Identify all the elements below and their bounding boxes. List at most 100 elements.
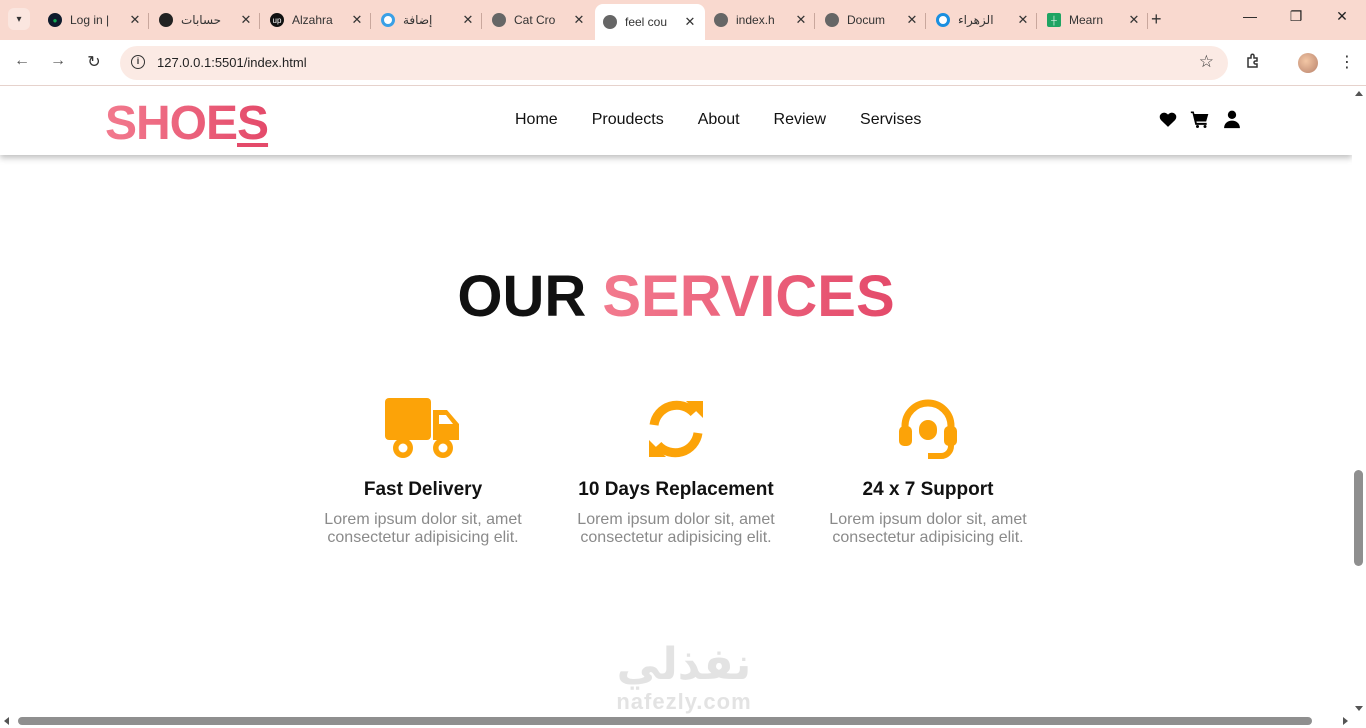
headset-icon (818, 397, 1038, 461)
close-icon[interactable]: ✕ (572, 12, 586, 28)
restore-icon[interactable]: ❐ (1273, 8, 1319, 25)
tab-label: index.h (736, 13, 775, 27)
horizontal-scroll-thumb[interactable] (18, 717, 1312, 725)
reload-icon[interactable]: ↻ (82, 52, 106, 72)
scroll-up-arrow-icon[interactable] (1355, 91, 1363, 96)
main-nav: Home Proudects About Review Servises (515, 111, 921, 129)
close-icon[interactable]: ✕ (350, 12, 364, 28)
user-icon[interactable] (1222, 109, 1242, 129)
scroll-down-arrow-icon[interactable] (1355, 706, 1363, 711)
service-card-fast-delivery: Fast Delivery Lorem ipsum dolor sit, ame… (313, 397, 533, 547)
window-close-icon[interactable]: ✕ (1319, 8, 1365, 25)
browser-tab-2[interactable]: حسابات ✕ (151, 6, 261, 34)
globe-icon (603, 15, 617, 29)
browser-toolbar: ← → ↻ i 127.0.0.1:5501/index.html ☆ ⋮ (0, 40, 1366, 86)
services-title: OUR SERVICES (0, 263, 1352, 330)
nav-review[interactable]: Review (774, 111, 826, 129)
minimize-icon[interactable]: — (1227, 8, 1273, 24)
tab-separator (1036, 13, 1037, 29)
address-bar[interactable]: i 127.0.0.1:5501/index.html ☆ (120, 46, 1228, 80)
tab-label: feel cou (625, 15, 668, 29)
tab-separator (814, 13, 815, 29)
close-icon[interactable]: ✕ (1127, 12, 1141, 28)
services-title-part2: SERVICES (602, 264, 895, 329)
tab-search-button[interactable]: ▾ (8, 8, 30, 30)
close-icon[interactable]: ✕ (461, 12, 475, 28)
tab-label: Mearn (1069, 13, 1104, 27)
browser-tab-4[interactable]: إضافة ✕ (373, 6, 483, 34)
close-icon[interactable]: ✕ (905, 12, 919, 28)
url-text[interactable]: 127.0.0.1:5501/index.html (157, 55, 307, 70)
tab-separator (481, 13, 482, 29)
horizontal-scrollbar[interactable] (0, 715, 1352, 728)
tab-label: الزهراء (958, 13, 994, 27)
service-title: Fast Delivery (363, 479, 483, 500)
close-icon[interactable]: ✕ (794, 12, 808, 28)
service-title: 10 Days Replacement (578, 479, 774, 500)
close-icon[interactable]: ✕ (1016, 12, 1030, 28)
close-icon[interactable]: ✕ (128, 12, 142, 28)
browser-tab-strip: ▾ ● Log in | ✕ حسابات ✕ up Alzahra ✕ إضا… (0, 0, 1366, 40)
tab-label: Log in | (70, 13, 110, 27)
close-icon[interactable]: ✕ (239, 12, 253, 28)
vertical-scrollbar[interactable] (1352, 87, 1366, 715)
profile-avatar[interactable] (1298, 53, 1318, 73)
browser-tab-6-active[interactable]: feel cou ✕ (595, 4, 705, 40)
scroll-left-arrow-icon[interactable] (4, 717, 9, 725)
close-icon[interactable]: ✕ (683, 14, 697, 30)
tab-label: Cat Cro (514, 13, 556, 27)
kebab-menu-icon[interactable]: ⋮ (1339, 52, 1355, 72)
tab-separator (148, 13, 149, 29)
tab-label: إضافة (403, 13, 433, 27)
browser-tab-8[interactable]: Docum ✕ (817, 6, 927, 34)
browser-tab-5[interactable]: Cat Cro ✕ (484, 6, 594, 34)
logo-text-last: S (237, 97, 269, 150)
tab-separator (925, 13, 926, 29)
service-title: 24 x 7 Support (862, 479, 994, 500)
tab-label: Alzahra (292, 13, 333, 27)
page-viewport: SHOES Home Proudects About Review Servis… (0, 87, 1352, 715)
site-info-icon[interactable]: i (131, 55, 145, 69)
sync-icon (566, 397, 786, 461)
new-tab-plus-icon[interactable]: + (1151, 9, 1162, 30)
forward-arrow-icon[interactable]: → (46, 52, 70, 70)
cart-icon[interactable] (1190, 109, 1210, 129)
tab-separator (1147, 13, 1148, 29)
browser-tab-1[interactable]: ● Log in | ✕ (40, 6, 150, 34)
bookmark-star-icon[interactable]: ☆ (1199, 52, 1214, 72)
ring-icon (381, 13, 395, 27)
tab-label: Docum (847, 13, 886, 27)
sheets-icon: ┼ (1047, 13, 1061, 27)
swirl-icon (936, 13, 950, 27)
upwork-icon: up (270, 13, 284, 27)
tab-separator (259, 13, 260, 29)
globe-icon (825, 13, 839, 27)
vertical-scroll-thumb[interactable] (1354, 470, 1363, 566)
nav-home[interactable]: Home (515, 111, 558, 129)
scroll-right-arrow-icon[interactable] (1343, 717, 1348, 725)
site-header: SHOES Home Proudects About Review Servis… (0, 87, 1352, 155)
browser-tab-10[interactable]: ┼ Mearn ✕ (1039, 6, 1149, 34)
service-card-support: 24 x 7 Support Lorem ipsum dolor sit, am… (818, 397, 1038, 547)
circle-logo-icon (159, 13, 173, 27)
logo-text-main: SHOE (105, 97, 238, 150)
nav-products[interactable]: Proudects (592, 111, 664, 129)
extensions-puzzle-icon[interactable] (1245, 52, 1263, 75)
services-title-part1: OUR (457, 264, 587, 329)
watermark-arabic: نفذلي (616, 639, 752, 690)
service-text: Lorem ipsum dolor sit, amet consectetur … (577, 511, 775, 546)
service-text: Lorem ipsum dolor sit, amet consectetur … (324, 511, 522, 546)
nav-services[interactable]: Servises (860, 111, 921, 129)
nav-about[interactable]: About (698, 111, 740, 129)
heart-icon[interactable] (1158, 109, 1178, 129)
service-text: Lorem ipsum dolor sit, amet consectetur … (829, 511, 1027, 546)
mongodb-leaf-icon: ● (48, 13, 62, 27)
truck-icon (313, 397, 533, 461)
back-arrow-icon[interactable]: ← (10, 52, 34, 70)
site-logo[interactable]: SHOES (105, 96, 268, 151)
service-card-replacement: 10 Days Replacement Lorem ipsum dolor si… (566, 397, 786, 547)
browser-tab-9[interactable]: الزهراء ✕ (928, 6, 1038, 34)
globe-icon (492, 13, 506, 27)
browser-tab-3[interactable]: up Alzahra ✕ (262, 6, 372, 34)
browser-tab-7[interactable]: index.h ✕ (706, 6, 816, 34)
